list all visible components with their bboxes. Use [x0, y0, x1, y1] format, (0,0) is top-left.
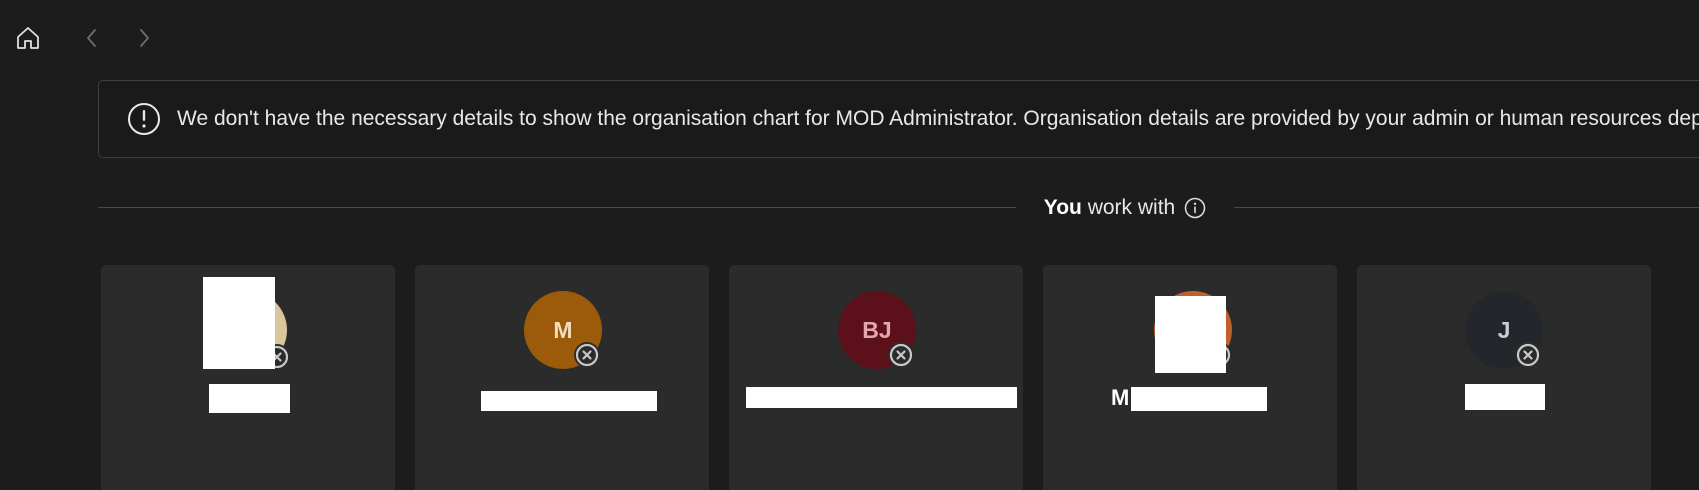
presence-offline-icon — [889, 343, 913, 367]
chevron-right-icon — [140, 29, 149, 47]
org-chart-info-banner: We don't have the necessary details to s… — [98, 80, 1699, 158]
section-title-rest: work with — [1081, 196, 1176, 219]
presence-badge — [574, 342, 600, 368]
avatar-initials: BJ — [862, 316, 892, 343]
section-title-bold: You — [1043, 196, 1082, 219]
exclamation-circle-icon — [128, 103, 160, 135]
redacted-photo — [1155, 296, 1226, 373]
redacted-name — [1465, 384, 1545, 410]
section-title-you-work-with: You work with — [1016, 192, 1234, 224]
person-card[interactable]: BJ — [729, 265, 1023, 490]
person-card[interactable] — [101, 265, 395, 490]
redacted-photo — [203, 277, 275, 369]
forward-button[interactable] — [128, 22, 160, 54]
info-button[interactable] — [1184, 197, 1206, 219]
person-card[interactable]: M — [1043, 265, 1337, 490]
redacted-name — [209, 384, 290, 413]
person-name-fragment: M — [1111, 385, 1130, 410]
redacted-name — [481, 391, 657, 411]
info-circle-icon — [1184, 197, 1206, 219]
presence-badge — [1515, 342, 1541, 368]
person-card[interactable]: J — [1357, 265, 1651, 490]
section-divider-left — [98, 207, 1016, 208]
presence-offline-icon — [1516, 343, 1540, 367]
avatar-initials: J — [1497, 316, 1511, 343]
person-card[interactable]: M — [415, 265, 709, 490]
avatar-initials: M — [553, 316, 573, 343]
redacted-name — [1131, 387, 1267, 411]
people-page: We don't have the necessary details to s… — [0, 0, 1699, 490]
home-icon — [17, 27, 39, 49]
back-button[interactable] — [76, 22, 108, 54]
chevron-left-icon — [87, 29, 96, 47]
redacted-name — [746, 387, 1017, 408]
presence-offline-icon — [575, 343, 599, 367]
home-button[interactable] — [10, 20, 46, 56]
section-divider-right — [1234, 207, 1699, 208]
presence-badge — [888, 342, 914, 368]
banner-message: We don't have the necessary details to s… — [177, 107, 1699, 130]
